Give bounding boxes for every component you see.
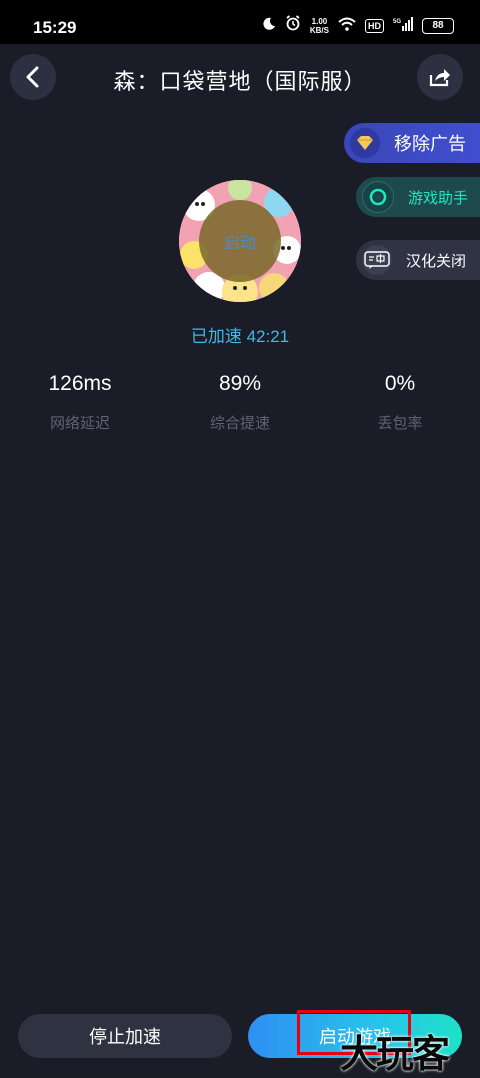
moon-icon	[262, 16, 276, 36]
game-helper-button[interactable]: 游戏助手	[356, 177, 480, 217]
page-title: 森：口袋营地（国际服）	[113, 69, 367, 94]
battery-icon: 88	[422, 17, 454, 34]
translate-icon	[362, 245, 392, 275]
helper-ring-icon	[362, 181, 394, 213]
hd-badge: HD	[365, 18, 384, 33]
stats-row: 126ms 网络延迟 89% 综合提速 0% 丢包率	[0, 370, 480, 440]
stop-acceleration-button[interactable]: 停止加速	[18, 1014, 232, 1058]
share-button[interactable]	[417, 54, 463, 100]
stat-latency: 126ms 网络延迟	[0, 370, 160, 433]
remove-ads-label: 移除广告	[394, 134, 466, 154]
alarm-icon	[285, 15, 301, 36]
speedup-value: 89%	[218, 372, 262, 395]
launch-overlay[interactable]: 启动	[199, 200, 281, 282]
diamond-icon	[350, 128, 380, 158]
watermark: 大玩客	[340, 1034, 450, 1076]
localization-toggle-button[interactable]: 汉化关闭	[356, 240, 480, 280]
svg-text:5G: 5G	[393, 19, 401, 25]
share-icon	[429, 69, 450, 87]
status-time: 15:29	[33, 18, 77, 37]
packet-loss-label: 丢包率	[377, 415, 423, 432]
stat-speedup: 89% 综合提速	[160, 370, 320, 433]
signal-icon: 5G	[393, 16, 413, 36]
wifi-icon	[338, 16, 356, 36]
net-speed: 1.00 KB/S	[309, 16, 329, 35]
game-helper-label: 游戏助手	[408, 189, 469, 207]
status-icons: 1.00 KB/S HD 5G 88	[262, 15, 454, 36]
packet-loss-value: 0%	[384, 372, 416, 395]
remove-ads-button[interactable]: 移除广告	[344, 123, 480, 163]
latency-value: 126ms	[48, 372, 112, 395]
game-avatar[interactable]: 启动	[179, 180, 301, 302]
localization-label: 汉化关闭	[406, 252, 467, 270]
stat-packet-loss: 0% 丢包率	[320, 370, 480, 433]
acceleration-status: 已加速 42:21	[190, 327, 290, 346]
speedup-label: 综合提速	[209, 415, 270, 432]
status-bar: 15:29 1.00 KB/S HD 5G 88	[0, 0, 480, 44]
latency-label: 网络延迟	[49, 415, 110, 432]
top-bar: 森：口袋营地（国际服）	[0, 44, 480, 110]
